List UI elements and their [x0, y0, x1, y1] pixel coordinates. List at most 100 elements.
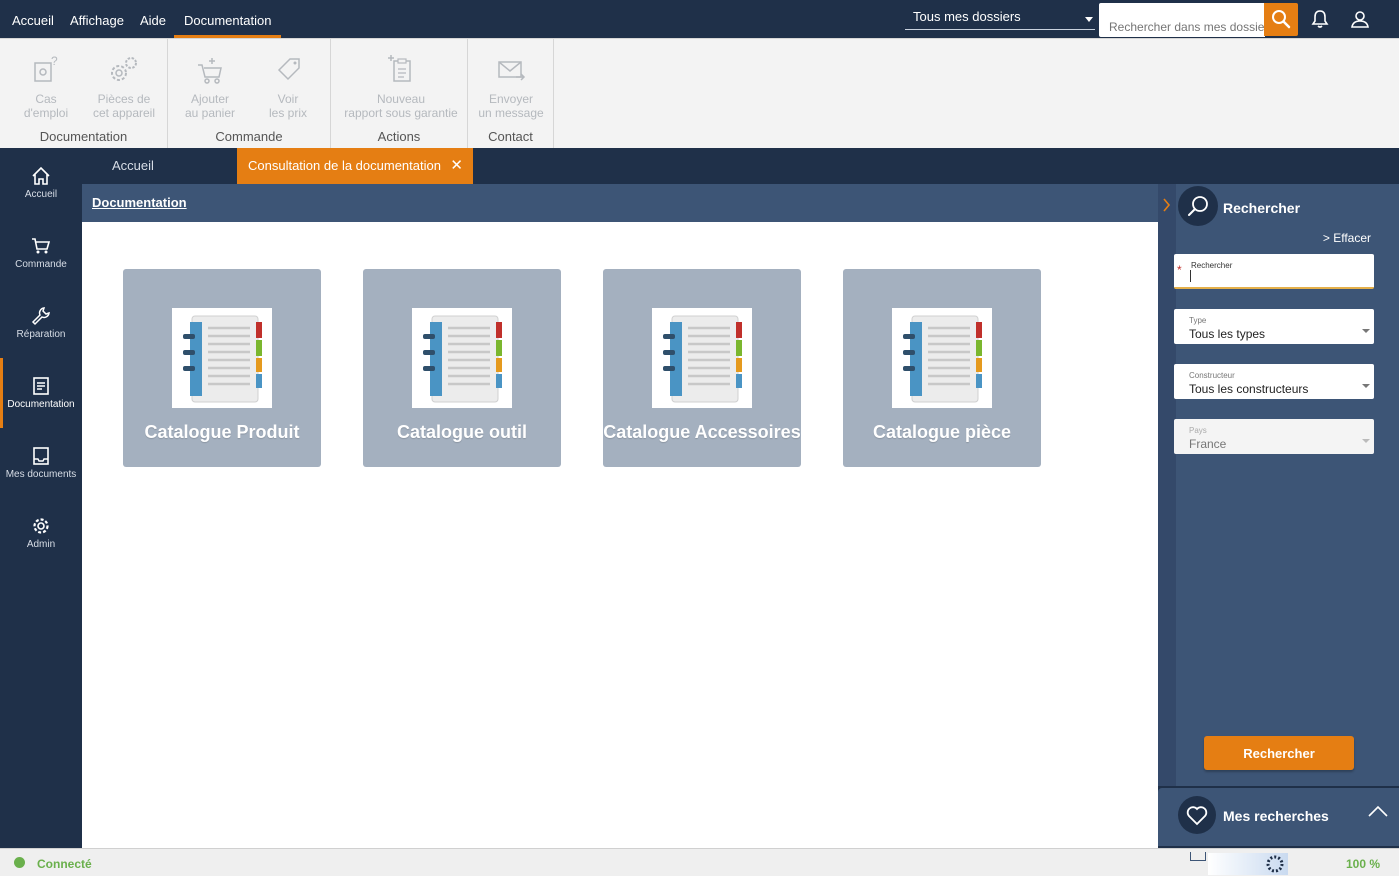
close-icon[interactable]: ✕ [450, 148, 463, 184]
top-menu-bar: Accueil Affichage Aide Documentation Tou… [0, 0, 1399, 38]
main-content: Catalogue Produit Catalogue outil Catalo… [82, 222, 1158, 848]
send-message-button[interactable]: Envoyer un message [476, 53, 546, 120]
dossier-select[interactable]: Tous mes dossiers [905, 4, 1095, 30]
window-icon [1190, 852, 1206, 861]
sidebar-item-admin[interactable]: Admin [0, 498, 82, 568]
zoom-level: 100 % [1346, 857, 1381, 871]
search-icon [1272, 10, 1291, 29]
cart-add-icon [198, 58, 222, 84]
user-icon[interactable] [1349, 8, 1371, 30]
constructeur-select[interactable]: Constructeur Tous les constructeurs [1174, 364, 1374, 399]
ribbon-group-label: Commande [215, 129, 283, 144]
pieces-appareil-button[interactable]: Pièces de cet appareil [86, 53, 162, 120]
menu-aide[interactable]: Aide [130, 0, 176, 38]
menu-accueil[interactable]: Accueil [2, 0, 64, 38]
clipboard-add-icon [388, 55, 411, 82]
tab-consultation-documentation[interactable]: Consultation de la documentation ✕ [237, 148, 473, 184]
search-text-field[interactable]: * Rechercher [1174, 254, 1374, 289]
cas-emploi-label-1: Cas [35, 92, 57, 106]
ribbon: ? Cas d'emploi Pièces de cet appareil Do… [0, 38, 1399, 149]
document-icon [33, 377, 49, 395]
search-panel: Rechercher > Effacer * Rechercher Type T… [1158, 184, 1399, 786]
sidebar-item-reparation[interactable]: Réparation [0, 288, 82, 358]
new-report-label-1: Nouveau [376, 92, 426, 106]
search-icon [1178, 186, 1218, 226]
global-search-button[interactable] [1264, 3, 1298, 36]
search-submit-button[interactable]: Rechercher [1204, 736, 1354, 770]
text-cursor [1190, 270, 1191, 282]
saved-searches-title: Mes recherches [1223, 808, 1329, 824]
ribbon-group-documentation: ? Cas d'emploi Pièces de cet appareil Do… [0, 39, 168, 149]
chevron-down-icon [1085, 17, 1093, 22]
pieces-appareil-label-1: Pièces de [97, 92, 151, 106]
sync-progress [1208, 853, 1288, 875]
wrench-icon [31, 307, 50, 326]
sidebar-item-label: Documentation [7, 399, 75, 410]
search-panel-title: Rechercher [1223, 200, 1301, 216]
global-search-input[interactable] [1099, 3, 1265, 37]
view-prices-button[interactable]: Voir les prix [260, 53, 316, 120]
tab-label: Consultation de la documentation [248, 158, 441, 173]
connection-status: Connecté [37, 857, 92, 871]
connection-status-dot [14, 857, 25, 868]
gear-icon [33, 518, 49, 534]
sidebar-item-accueil[interactable]: Accueil [0, 148, 82, 218]
svg-text:?: ? [51, 54, 58, 68]
saved-searches-panel[interactable]: Mes recherches [1158, 788, 1399, 846]
menu-affichage[interactable]: Affichage [60, 0, 134, 38]
status-bar: Connecté 100 % [0, 848, 1399, 876]
new-warranty-report-button[interactable]: Nouveau rapport sous garantie [339, 53, 463, 120]
send-message-label-1: Envoyer [488, 92, 534, 106]
bell-icon[interactable] [1309, 8, 1331, 30]
cas-emploi-button[interactable]: ? Cas d'emploi [18, 53, 74, 120]
content-header: Documentation [82, 184, 1158, 222]
send-message-label-2: un message [478, 106, 544, 120]
add-to-cart-button[interactable]: Ajouter au panier [180, 53, 240, 120]
sidebar-item-commande[interactable]: Commande [0, 218, 82, 288]
ribbon-group-label: Documentation [39, 129, 128, 144]
use-case-icon: ? [34, 54, 58, 82]
ribbon-group-contact: Envoyer un message Contact [468, 39, 554, 149]
view-prices-label-2: les prix [268, 106, 307, 120]
field-value: France [1189, 437, 1227, 451]
loading-spinner-icon [1266, 855, 1284, 873]
sidebar-item-label: Réparation [16, 329, 66, 340]
catalog-book-icon [172, 308, 272, 408]
pays-select[interactable]: Pays France [1174, 419, 1374, 454]
field-value: Tous les types [1189, 327, 1266, 341]
card-label: Catalogue Accessoires [603, 422, 801, 442]
new-report-label-2: rapport sous garantie [344, 106, 458, 120]
field-value: Tous les constructeurs [1189, 382, 1309, 396]
clear-link[interactable]: > Effacer [1323, 231, 1371, 245]
view-prices-label-1: Voir [277, 92, 299, 106]
inbox-icon [33, 447, 49, 465]
home-icon [32, 166, 50, 185]
sidebar-item-mes-documents[interactable]: Mes documents [0, 428, 82, 498]
catalogue-card[interactable]: Catalogue Accessoires [603, 269, 801, 467]
type-select[interactable]: Type Tous les types [1174, 309, 1374, 344]
sidebar-item-label: Commande [15, 259, 67, 270]
sidebar-item-label: Accueil [24, 189, 58, 200]
ribbon-group-actions: Nouveau rapport sous garantie Actions [331, 39, 468, 149]
envelope-icon [498, 61, 526, 81]
menu-documentation[interactable]: Documentation [174, 0, 282, 38]
ribbon-group-commande: Ajouter au panier Voir les prix Commande [168, 39, 331, 149]
page-title[interactable]: Documentation [92, 195, 187, 210]
pieces-appareil-label-2: cet appareil [92, 106, 156, 120]
catalogue-card[interactable]: Catalogue Produit [123, 269, 321, 467]
add-to-cart-label-2: au panier [184, 106, 236, 120]
chevron-up-icon[interactable] [1366, 804, 1390, 820]
field-label: Type [1189, 316, 1207, 325]
tab-accueil[interactable]: Accueil [112, 148, 154, 184]
chevron-down-icon [1362, 384, 1370, 388]
catalogue-card[interactable]: Catalogue outil [363, 269, 561, 467]
cart-icon [32, 238, 51, 254]
sidebar-item-documentation[interactable]: Documentation [0, 358, 82, 428]
tab-bar: Accueil Consultation de la documentation… [82, 148, 1158, 184]
add-to-cart-label-1: Ajouter [190, 92, 230, 106]
catalog-book-icon [412, 308, 512, 408]
card-label: Catalogue pièce [872, 422, 1012, 442]
ribbon-group-label: Contact [488, 129, 533, 144]
field-label: Rechercher [1191, 261, 1233, 270]
catalogue-card[interactable]: Catalogue pièce [843, 269, 1041, 467]
